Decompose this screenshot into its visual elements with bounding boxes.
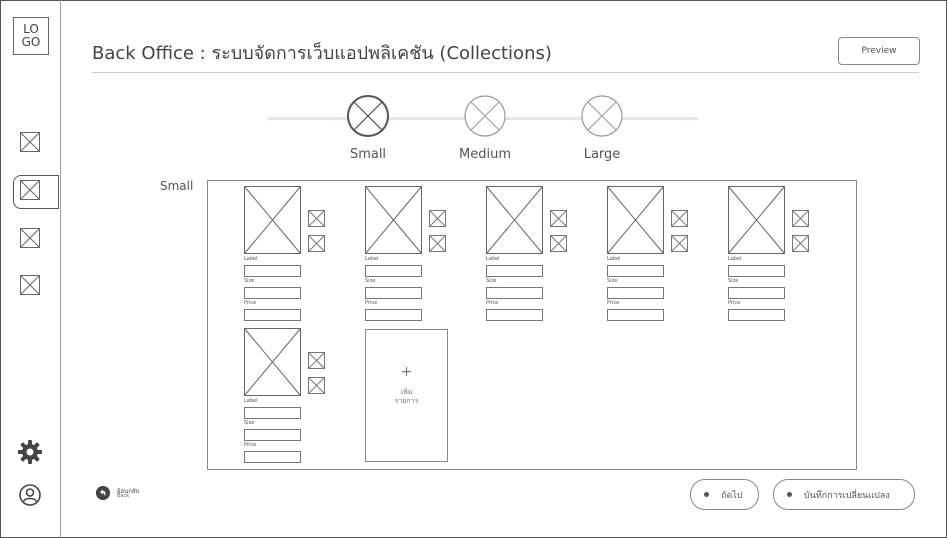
size-input[interactable] — [244, 287, 301, 299]
step-medium-icon[interactable] — [463, 94, 507, 138]
sidebar-item-3-icon[interactable] — [20, 228, 40, 248]
product-image-placeholder-icon[interactable] — [607, 186, 664, 254]
step-large-icon[interactable] — [580, 94, 624, 138]
size-input[interactable] — [244, 429, 301, 441]
logo-line-1: LO — [23, 22, 39, 36]
edit-thumb-icon[interactable] — [308, 352, 325, 369]
edit-thumb-icon[interactable] — [671, 210, 688, 227]
step-small-icon[interactable] — [346, 94, 390, 138]
product-image-placeholder-icon[interactable] — [244, 186, 301, 254]
product-card: Label Size Price — [728, 186, 818, 326]
save-dot-icon — [787, 492, 792, 497]
label-field-caption: Label — [728, 256, 742, 262]
sidebar-item-1-icon[interactable] — [20, 132, 40, 152]
size-field-caption: Size — [365, 278, 376, 284]
label-input[interactable] — [607, 265, 664, 277]
sidebar: LO GO — [0, 0, 61, 538]
label-field-caption: Label — [607, 256, 621, 262]
label-input[interactable] — [365, 265, 422, 277]
price-field-caption: Price — [244, 300, 257, 306]
add-item-line-2: รายการ — [394, 397, 419, 405]
size-input[interactable] — [365, 287, 422, 299]
label-field-caption: Label — [365, 256, 379, 262]
price-input[interactable] — [728, 309, 785, 321]
size-input[interactable] — [607, 287, 664, 299]
product-card: Label Size Price — [607, 186, 697, 326]
size-field-caption: Size — [244, 278, 255, 284]
delete-thumb-icon[interactable] — [308, 377, 325, 394]
price-input[interactable] — [244, 451, 301, 463]
size-field-caption: Size — [244, 420, 255, 426]
product-card: Label Size Price — [486, 186, 576, 326]
delete-thumb-icon[interactable] — [792, 235, 809, 252]
label-input[interactable] — [486, 265, 543, 277]
next-label: ถัดไป — [721, 490, 743, 501]
back-button[interactable]: ย้อนกลับ Back — [96, 486, 156, 502]
product-card: Label Size Price — [244, 186, 334, 326]
header-divider — [92, 72, 919, 73]
edit-thumb-icon[interactable] — [308, 210, 325, 227]
page-title: Back Office : ระบบจัดการเว็บแอปพลิเคชัน … — [92, 43, 552, 64]
size-input[interactable] — [728, 287, 785, 299]
price-input[interactable] — [486, 309, 543, 321]
section-label: Small — [160, 179, 194, 193]
edit-thumb-icon[interactable] — [792, 210, 809, 227]
label-input[interactable] — [244, 265, 301, 277]
add-item-button[interactable]: + เพิ่ม รายการ — [365, 329, 448, 462]
product-card: Label Size Price — [365, 186, 455, 326]
label-input[interactable] — [244, 407, 301, 419]
size-field-caption: Size — [728, 278, 739, 284]
price-field-caption: Price — [486, 300, 499, 306]
settings-gear-icon[interactable] — [17, 439, 43, 465]
price-input[interactable] — [244, 309, 301, 321]
next-button[interactable]: ถัดไป — [690, 479, 759, 510]
save-changes-button[interactable]: บันทึกการเปลี่ยนแปลง — [773, 479, 915, 510]
back-arrow-icon — [96, 486, 110, 500]
label-field-caption: Label — [244, 256, 258, 262]
edit-thumb-icon[interactable] — [550, 210, 567, 227]
price-input[interactable] — [365, 309, 422, 321]
add-plus-icon: + — [400, 364, 413, 380]
price-field-caption: Price — [607, 300, 620, 306]
size-field-caption: Size — [486, 278, 497, 284]
delete-thumb-icon[interactable] — [308, 235, 325, 252]
delete-thumb-icon[interactable] — [671, 235, 688, 252]
user-profile-icon[interactable] — [19, 484, 41, 506]
delete-thumb-icon[interactable] — [550, 235, 567, 252]
logo-line-2: GO — [21, 35, 41, 49]
size-field-caption: Size — [607, 278, 618, 284]
size-input[interactable] — [486, 287, 543, 299]
label-field-caption: Label — [244, 398, 258, 404]
step-medium-label: Medium — [459, 147, 511, 162]
product-card: Label Size Price — [244, 328, 334, 468]
price-field-caption: Price — [728, 300, 741, 306]
product-image-placeholder-icon[interactable] — [486, 186, 543, 254]
add-item-label: เพิ่ม รายการ — [366, 388, 447, 406]
step-large-label: Large — [583, 147, 621, 162]
product-image-placeholder-icon[interactable] — [728, 186, 785, 254]
back-label-en: Back — [117, 493, 130, 499]
step-small-label: Small — [349, 147, 387, 162]
label-input[interactable] — [728, 265, 785, 277]
next-dot-icon — [704, 492, 709, 497]
sidebar-item-4-icon[interactable] — [20, 275, 40, 295]
price-field-caption: Price — [365, 300, 378, 306]
label-field-caption: Label — [486, 256, 500, 262]
logo: LO GO — [13, 17, 49, 55]
save-label: บันทึกการเปลี่ยนแปลง — [804, 490, 890, 501]
delete-thumb-icon[interactable] — [429, 235, 446, 252]
preview-button[interactable]: Preview — [838, 37, 920, 65]
price-field-caption: Price — [244, 442, 257, 448]
sidebar-item-2-icon[interactable] — [20, 180, 40, 200]
price-input[interactable] — [607, 309, 664, 321]
product-image-placeholder-icon[interactable] — [365, 186, 422, 254]
product-image-placeholder-icon[interactable] — [244, 328, 301, 396]
add-item-line-1: เพิ่ม — [400, 388, 413, 396]
edit-thumb-icon[interactable] — [429, 210, 446, 227]
